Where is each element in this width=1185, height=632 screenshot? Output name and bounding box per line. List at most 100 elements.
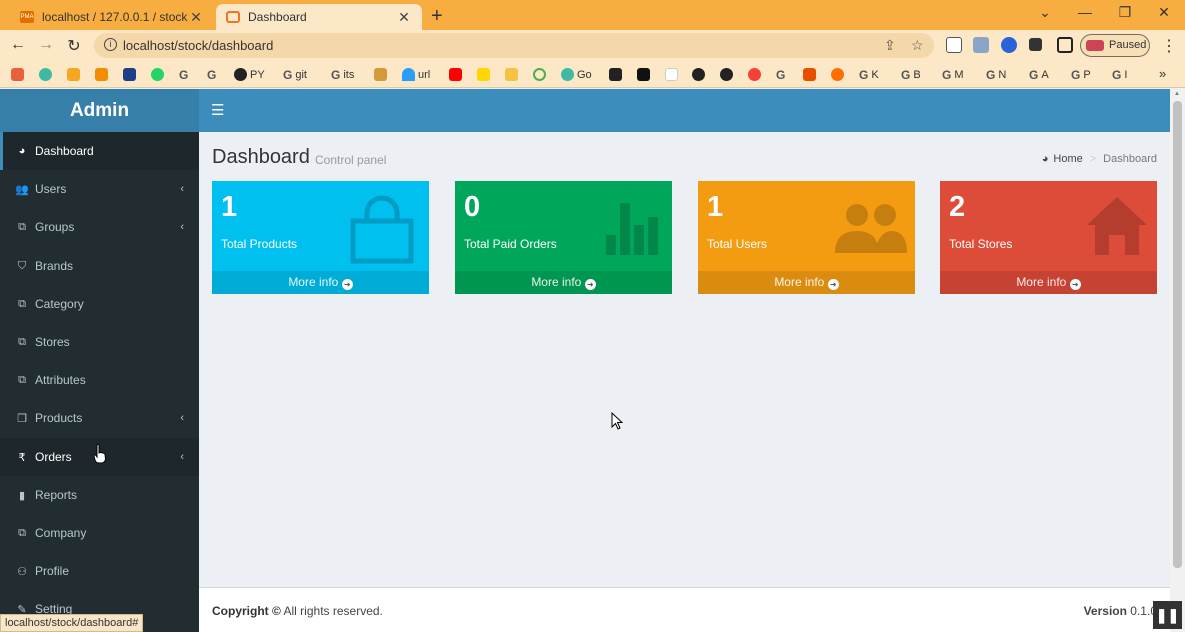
bookmark-item[interactable]: PY: [234, 67, 265, 82]
bookmark-item[interactable]: [11, 67, 27, 82]
sidebar-item-company[interactable]: ⧉ Company: [0, 514, 199, 552]
bookmark-item[interactable]: GP: [1071, 67, 1091, 82]
sidebar-item-dashboard[interactable]: ◕ Dashboard: [0, 132, 199, 170]
more-info-link[interactable]: More info ➜: [212, 271, 429, 294]
sidebar-item-category[interactable]: ⧉ Category: [0, 285, 199, 323]
sidebar-item-stores[interactable]: ⧉ Stores: [0, 323, 199, 361]
files-icon: ⧉: [18, 220, 26, 233]
side-panel-icon[interactable]: [1057, 37, 1073, 53]
bookmark-item[interactable]: G: [179, 67, 191, 82]
bookmark-label: its: [343, 68, 355, 81]
bookmark-item[interactable]: GK: [859, 67, 879, 82]
stat-value: 0: [464, 191, 481, 223]
app-logo[interactable]: Admin: [0, 89, 199, 132]
user-icon: ⚇: [17, 565, 27, 578]
bookmark-item[interactable]: [720, 67, 736, 82]
bar-chart-icon: ▮: [18, 489, 26, 502]
bookmark-item[interactable]: [533, 67, 549, 82]
browser-tab-dashboard[interactable]: Dashboard ✕: [216, 4, 422, 30]
bookmark-item[interactable]: [637, 67, 653, 82]
bookmark-item[interactable]: [831, 67, 847, 82]
share-icon[interactable]: ⇪: [884, 37, 896, 54]
bookmark-item[interactable]: GN: [986, 67, 1006, 82]
bookmark-item[interactable]: [609, 67, 625, 82]
minimize-button[interactable]: —: [1073, 4, 1097, 20]
bookmark-item[interactable]: [477, 67, 493, 82]
sidebar-item-reports[interactable]: ▮ Reports: [0, 476, 199, 514]
bookmark-item[interactable]: Go: [561, 67, 592, 82]
bookmark-item[interactable]: [374, 67, 390, 82]
page-footer: Copyright © All rights reserved. Version…: [199, 587, 1170, 632]
arrow-circle-right-icon: ➜: [341, 279, 353, 290]
copyright-text: All rights reserved.: [283, 604, 383, 618]
files-icon: ⧉: [18, 297, 26, 310]
extension-icon[interactable]: [1001, 37, 1017, 53]
bookmark-item[interactable]: [123, 67, 139, 82]
bookmark-item[interactable]: Gits: [331, 67, 354, 82]
sidebar-item-attributes[interactable]: ⧉ Attributes: [0, 361, 199, 399]
bookmark-item[interactable]: GI: [1112, 67, 1127, 82]
address-bar[interactable]: i localhost/stock/dashboard ⇪ ☆: [94, 33, 934, 58]
chevron-left-icon: ‹: [180, 221, 184, 233]
bookmark-item[interactable]: [39, 67, 55, 82]
sidebar-toggle-icon[interactable]: ☰: [211, 101, 224, 119]
puzzle-extensions-icon[interactable]: [1029, 38, 1042, 51]
close-tab-icon[interactable]: ✕: [396, 9, 412, 26]
browser-tab-phpmyadmin[interactable]: PMA localhost / 127.0.0.1 / stock / attr…: [10, 4, 214, 30]
new-tab-button[interactable]: +: [431, 5, 443, 28]
people-icon: [835, 204, 907, 253]
bookmark-star-icon[interactable]: ☆: [911, 37, 924, 54]
bookmark-item[interactable]: [692, 67, 708, 82]
bookmark-label: K: [871, 68, 879, 81]
bookmark-item[interactable]: [67, 67, 83, 82]
close-tab-icon[interactable]: ✕: [188, 9, 204, 26]
bookmark-item[interactable]: G: [207, 67, 219, 82]
bookmark-item[interactable]: [748, 67, 764, 82]
more-info-link[interactable]: More info ➜: [698, 271, 915, 294]
sidebar-item-profile[interactable]: ⚇ Profile: [0, 552, 199, 590]
bookmark-item[interactable]: Ggit: [283, 67, 307, 82]
bookmark-item[interactable]: [505, 67, 521, 82]
sidebar-item-products[interactable]: ❒ Products ‹: [0, 399, 199, 437]
extension-icon[interactable]: [973, 37, 989, 53]
top-navbar: ☰: [199, 89, 1170, 132]
scrollbar-thumb[interactable]: [1173, 101, 1182, 568]
bookmarks-overflow-icon[interactable]: »: [1159, 66, 1166, 81]
bookmark-item[interactable]: url: [402, 67, 430, 82]
pause-button[interactable]: ❚❚: [1153, 601, 1182, 629]
site-info-icon[interactable]: i: [104, 38, 117, 51]
bookmark-item[interactable]: [95, 67, 111, 82]
tab-title: localhost / 127.0.0.1 / stock / attr: [42, 10, 188, 24]
mouse-pointer-icon: [611, 412, 623, 430]
rupee-icon: ₹: [18, 451, 26, 464]
bookmark-item[interactable]: G: [776, 67, 788, 82]
tab-search-chevron-icon[interactable]: ⌄: [1033, 4, 1057, 21]
breadcrumb-home[interactable]: Home: [1053, 153, 1082, 165]
sidebar-item-label: Reports: [35, 488, 78, 502]
bookmark-item[interactable]: [151, 67, 167, 82]
bookmark-item[interactable]: [449, 67, 465, 82]
sidebar-item-groups[interactable]: ⧉ Groups ‹: [0, 208, 199, 246]
profile-button[interactable]: Paused: [1080, 34, 1150, 57]
back-arrow-icon[interactable]: ←: [8, 36, 28, 54]
close-window-button[interactable]: ✕: [1152, 4, 1176, 21]
restore-button[interactable]: ❐: [1113, 4, 1137, 21]
reload-icon[interactable]: ↻: [64, 36, 84, 56]
bookmark-item[interactable]: GM: [942, 67, 964, 82]
bookmark-item[interactable]: GB: [901, 67, 921, 82]
panda-extension-icon[interactable]: [946, 37, 962, 53]
arrow-circle-right-icon: ➜: [827, 279, 839, 290]
forward-arrow-icon[interactable]: →: [36, 36, 56, 54]
bookmark-item[interactable]: [803, 67, 819, 82]
browser-menu-icon[interactable]: ⋮: [1161, 36, 1177, 56]
sidebar-item-brands[interactable]: ⛉ Brands: [0, 247, 199, 285]
bookmark-item[interactable]: [665, 67, 681, 82]
url-text[interactable]: localhost/stock/dashboard: [123, 38, 273, 53]
bag-icon: [350, 195, 414, 264]
bookmark-item[interactable]: GA: [1029, 67, 1049, 82]
sidebar-item-users[interactable]: 👥 Users ‹: [0, 170, 199, 208]
page-scrollbar[interactable]: ▲: [1170, 89, 1185, 632]
more-info-link[interactable]: More info ➜: [940, 271, 1157, 294]
scroll-up-icon[interactable]: ▲: [1174, 91, 1180, 97]
more-info-link[interactable]: More info ➜: [455, 271, 672, 294]
